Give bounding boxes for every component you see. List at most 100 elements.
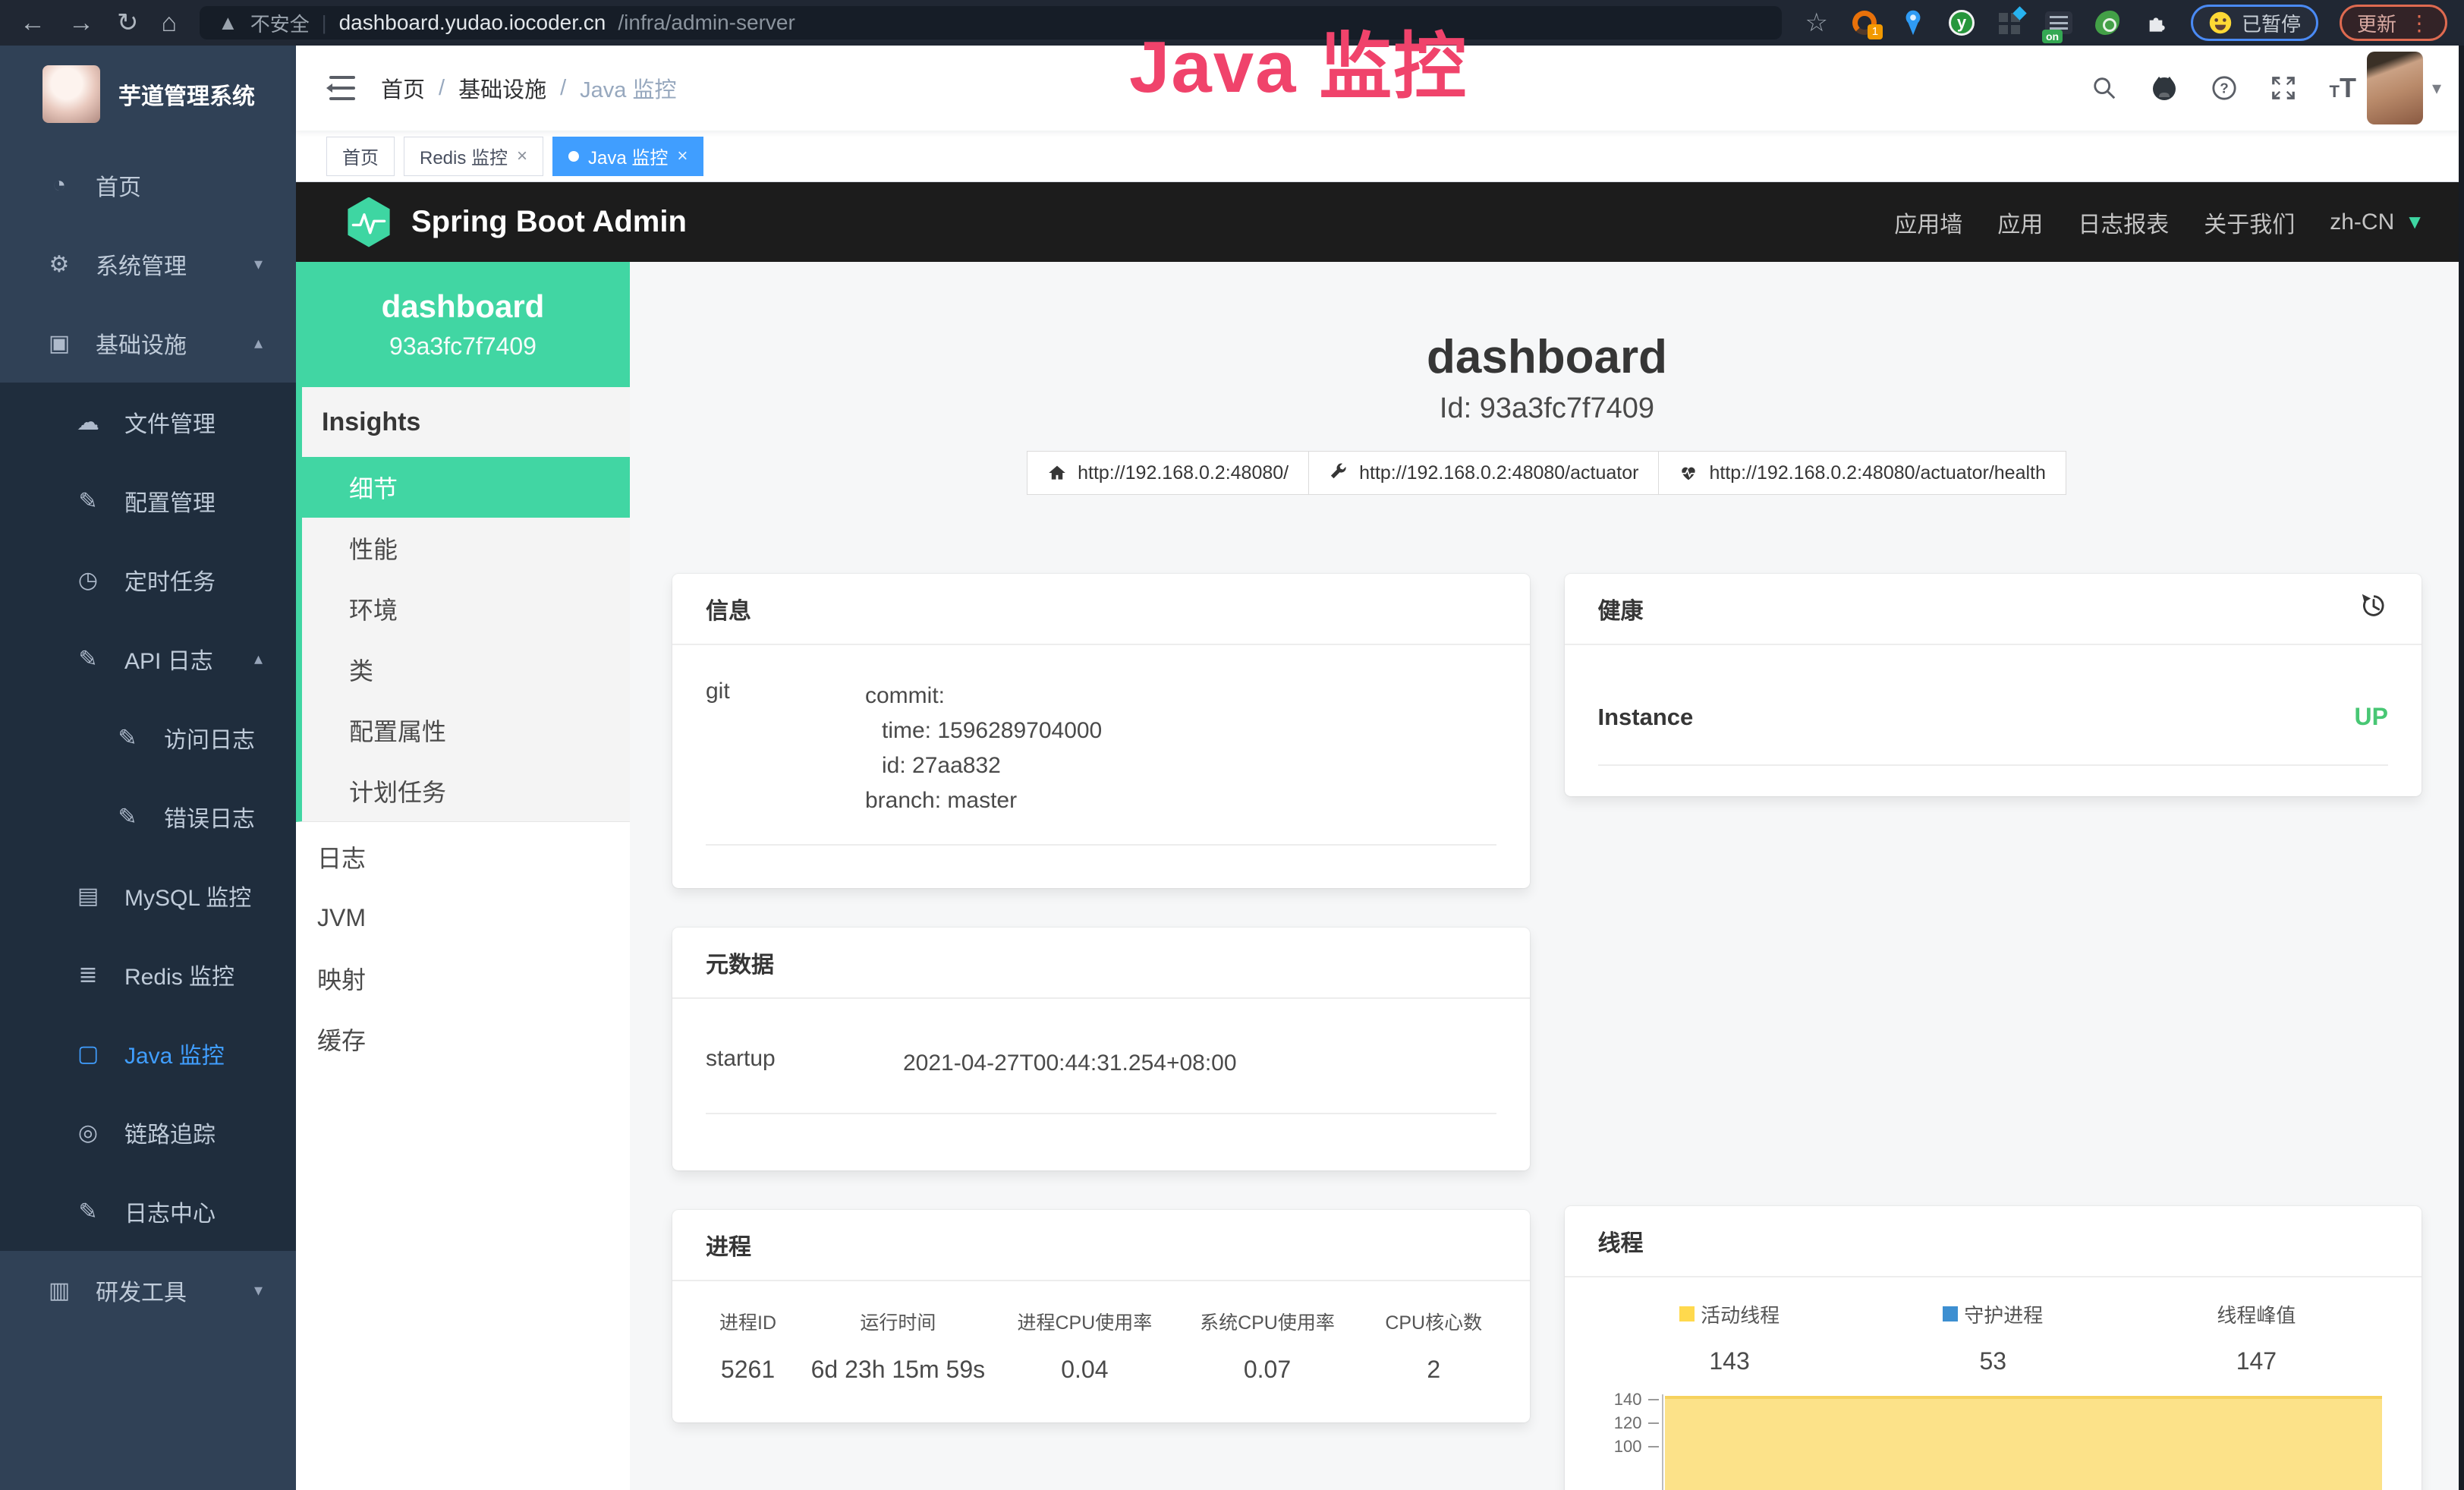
instance-root-menu: 日志 JVM 映射 缓存 — [296, 827, 630, 1069]
sba-nav-applications[interactable]: 应用 — [1997, 206, 2043, 239]
extension-grid-icon[interactable] — [1997, 9, 2024, 36]
search-icon[interactable] — [2091, 75, 2117, 101]
app-logo-row[interactable]: 芋道管理系统 — [0, 46, 296, 135]
breadcrumb-home[interactable]: 首页 — [381, 72, 425, 104]
extension-pin-icon[interactable] — [1899, 9, 1927, 36]
menu-item-scheduled-tasks[interactable]: 计划任务 — [302, 761, 630, 821]
extensions-puzzle-icon[interactable] — [2142, 9, 2170, 36]
sba-locale-select[interactable]: zh-CN — [2330, 209, 2394, 235]
daemon-threads-swatch — [1943, 1306, 1958, 1321]
menu-item-jvm[interactable]: JVM — [296, 887, 630, 948]
locale-caret-icon[interactable]: ▼ — [2405, 210, 2425, 234]
edit-icon: ✎ — [111, 804, 144, 830]
paused-profile-pill[interactable]: 已暂停 — [2191, 5, 2318, 41]
sidebar-menu: ◔ 首页 ⚙ 系统管理 ▾ ▣ 基础设施 ▴ ☁ 文件管理 — [0, 146, 296, 1330]
timer-icon: ◷ — [71, 567, 105, 594]
health-row-label: Instance — [1598, 704, 1694, 731]
menu-item-mappings[interactable]: 映射 — [296, 948, 630, 1009]
sidebar-item-java-monitor[interactable]: ▢ Java 监控 — [0, 1014, 296, 1093]
live-threads-value: 143 — [1598, 1344, 1861, 1378]
sba-brand[interactable]: Spring Boot Admin — [411, 205, 687, 239]
sidebar-item-infra[interactable]: ▣ 基础设施 ▴ — [0, 304, 296, 383]
sidebar-item-files[interactable]: ☁ 文件管理 — [0, 383, 296, 461]
insights-section-label: Insights — [302, 387, 630, 457]
text-size-icon[interactable]: TT — [2330, 72, 2356, 104]
admin-sidebar: 芋道管理系统 ◔ 首页 ⚙ 系统管理 ▾ ▣ 基础设施 ▴ — [0, 46, 296, 1490]
close-icon[interactable]: × — [517, 146, 527, 167]
briefcase-icon: ▥ — [42, 1277, 76, 1304]
metadata-row-value: 2021-04-27T00:44:31.254+08:00 — [903, 1046, 1496, 1081]
menu-item-details[interactable]: 细节 — [302, 457, 630, 518]
browser-menu-icon[interactable]: ⋮ — [2409, 11, 2430, 36]
sba-nav-wallboard[interactable]: 应用墙 — [1894, 206, 1962, 239]
health-url-button[interactable]: http://192.168.0.2:48080/actuator/health — [1658, 451, 2066, 495]
info-card: 信息 git commit: time: 1596289704000 id: 2… — [672, 574, 1530, 888]
legend-peak-threads: 线程峰值 — [2217, 1300, 2296, 1328]
sidebar-item-mysql-monitor[interactable]: ▤ MySQL 监控 — [0, 856, 296, 935]
sba-logo-icon[interactable] — [346, 197, 392, 247]
menu-item-logs[interactable]: 日志 — [296, 827, 630, 887]
github-icon[interactable] — [2151, 74, 2178, 102]
process-val-pid: 5261 — [695, 1354, 801, 1384]
forward-icon[interactable]: → — [68, 0, 94, 46]
security-label: 不安全 — [250, 9, 310, 37]
sidebar-item-redis-monitor[interactable]: ≣ Redis 监控 — [0, 935, 296, 1014]
sidebar-item-log-center[interactable]: ✎ 日志中心 — [0, 1172, 296, 1251]
sidebar-item-home[interactable]: ◔ 首页 — [0, 146, 296, 225]
process-col-sys-cpu: 系统CPU使用率 — [1174, 1312, 1361, 1334]
fullscreen-icon[interactable] — [2270, 75, 2296, 101]
legend-daemon-threads: 守护进程 — [1964, 1300, 2043, 1328]
breadcrumb-current: Java 监控 — [580, 72, 676, 104]
sidebar-item-error-log[interactable]: ✎ 错误日志 — [0, 777, 296, 856]
sidebar-item-tracing[interactable]: ◎ 链路追踪 — [0, 1093, 296, 1172]
extension-leaf-icon[interactable] — [2094, 9, 2121, 36]
navbar-icons: ? TT — [2091, 72, 2356, 104]
update-button[interactable]: 更新 ⋮ — [2340, 5, 2447, 41]
insights-section: Insights 细节 性能 环境 类 配置属性 计划任务 — [296, 387, 630, 822]
service-url-button[interactable]: http://192.168.0.2:48080/ — [1027, 451, 1309, 495]
sidebar-item-system[interactable]: ⚙ 系统管理 ▾ — [0, 225, 296, 304]
menu-item-caches[interactable]: 缓存 — [296, 1009, 630, 1069]
wrench-icon — [1329, 463, 1348, 483]
sidebar-item-dev-tools[interactable]: ▥ 研发工具 ▾ — [0, 1251, 296, 1330]
avatar-caret-icon[interactable]: ▾ — [2432, 77, 2441, 99]
menu-item-config-props[interactable]: 配置属性 — [302, 700, 630, 761]
ytick-100: 100 — [1598, 1437, 1642, 1457]
tab-java-monitor[interactable]: Java 监控 × — [552, 137, 703, 176]
tab-redis-monitor[interactable]: Redis 监控 × — [404, 137, 543, 176]
warning-icon: ▲ — [218, 11, 238, 35]
breadcrumb-section[interactable]: 基础设施 — [458, 72, 546, 104]
actuator-url-button[interactable]: http://192.168.0.2:48080/actuator — [1308, 451, 1659, 495]
sba-nav-journal[interactable]: 日志报表 — [2078, 206, 2169, 239]
history-icon[interactable] — [2359, 591, 2388, 626]
help-icon[interactable]: ? — [2211, 75, 2237, 101]
menu-item-metrics[interactable]: 性能 — [302, 518, 630, 578]
extension-tabs-icon[interactable]: on — [2045, 9, 2072, 36]
close-icon[interactable]: × — [677, 146, 688, 167]
menu-item-environment[interactable]: 环境 — [302, 578, 630, 639]
legend-live-threads: 活动线程 — [1701, 1300, 1780, 1328]
tab-home[interactable]: 首页 — [326, 137, 395, 176]
instance-name: dashboard — [382, 288, 545, 325]
sba-nav-about[interactable]: 关于我们 — [2204, 206, 2295, 239]
process-val-uptime: 6d 23h 15m 59s — [801, 1354, 996, 1384]
chevron-up-icon: ▴ — [254, 333, 263, 353]
sidebar-item-scheduled-jobs[interactable]: ◷ 定时任务 — [0, 540, 296, 619]
instance-id: 93a3fc7f7409 — [389, 332, 537, 361]
window-edge — [2459, 46, 2464, 1490]
menu-item-classes[interactable]: 类 — [302, 639, 630, 700]
sidebar-item-config[interactable]: ✎ 配置管理 — [0, 461, 296, 540]
extension-y-icon[interactable]: y — [1948, 9, 1975, 36]
reload-icon[interactable]: ↻ — [117, 0, 139, 46]
home-icon[interactable]: ⌂ — [162, 0, 178, 46]
bookmark-star-icon[interactable]: ☆ — [1805, 8, 1827, 38]
back-icon[interactable]: ← — [20, 0, 46, 46]
sidebar-item-access-log[interactable]: ✎ 访问日志 — [0, 698, 296, 777]
hamburger-icon[interactable] — [322, 74, 355, 102]
avatar[interactable] — [2367, 52, 2423, 124]
url-bar[interactable]: ▲ 不安全 | dashboard.yudao.iocoder.cn /infr… — [200, 6, 1782, 39]
metadata-card: 元数据 startup 2021-04-27T00:44:31.254+08:0… — [672, 928, 1530, 1170]
extension-orange-icon[interactable]: 1 — [1851, 9, 1878, 36]
process-col-cores: CPU核心数 — [1361, 1312, 1507, 1334]
sidebar-item-api-logs[interactable]: ✎ API 日志 ▴ — [0, 619, 296, 698]
